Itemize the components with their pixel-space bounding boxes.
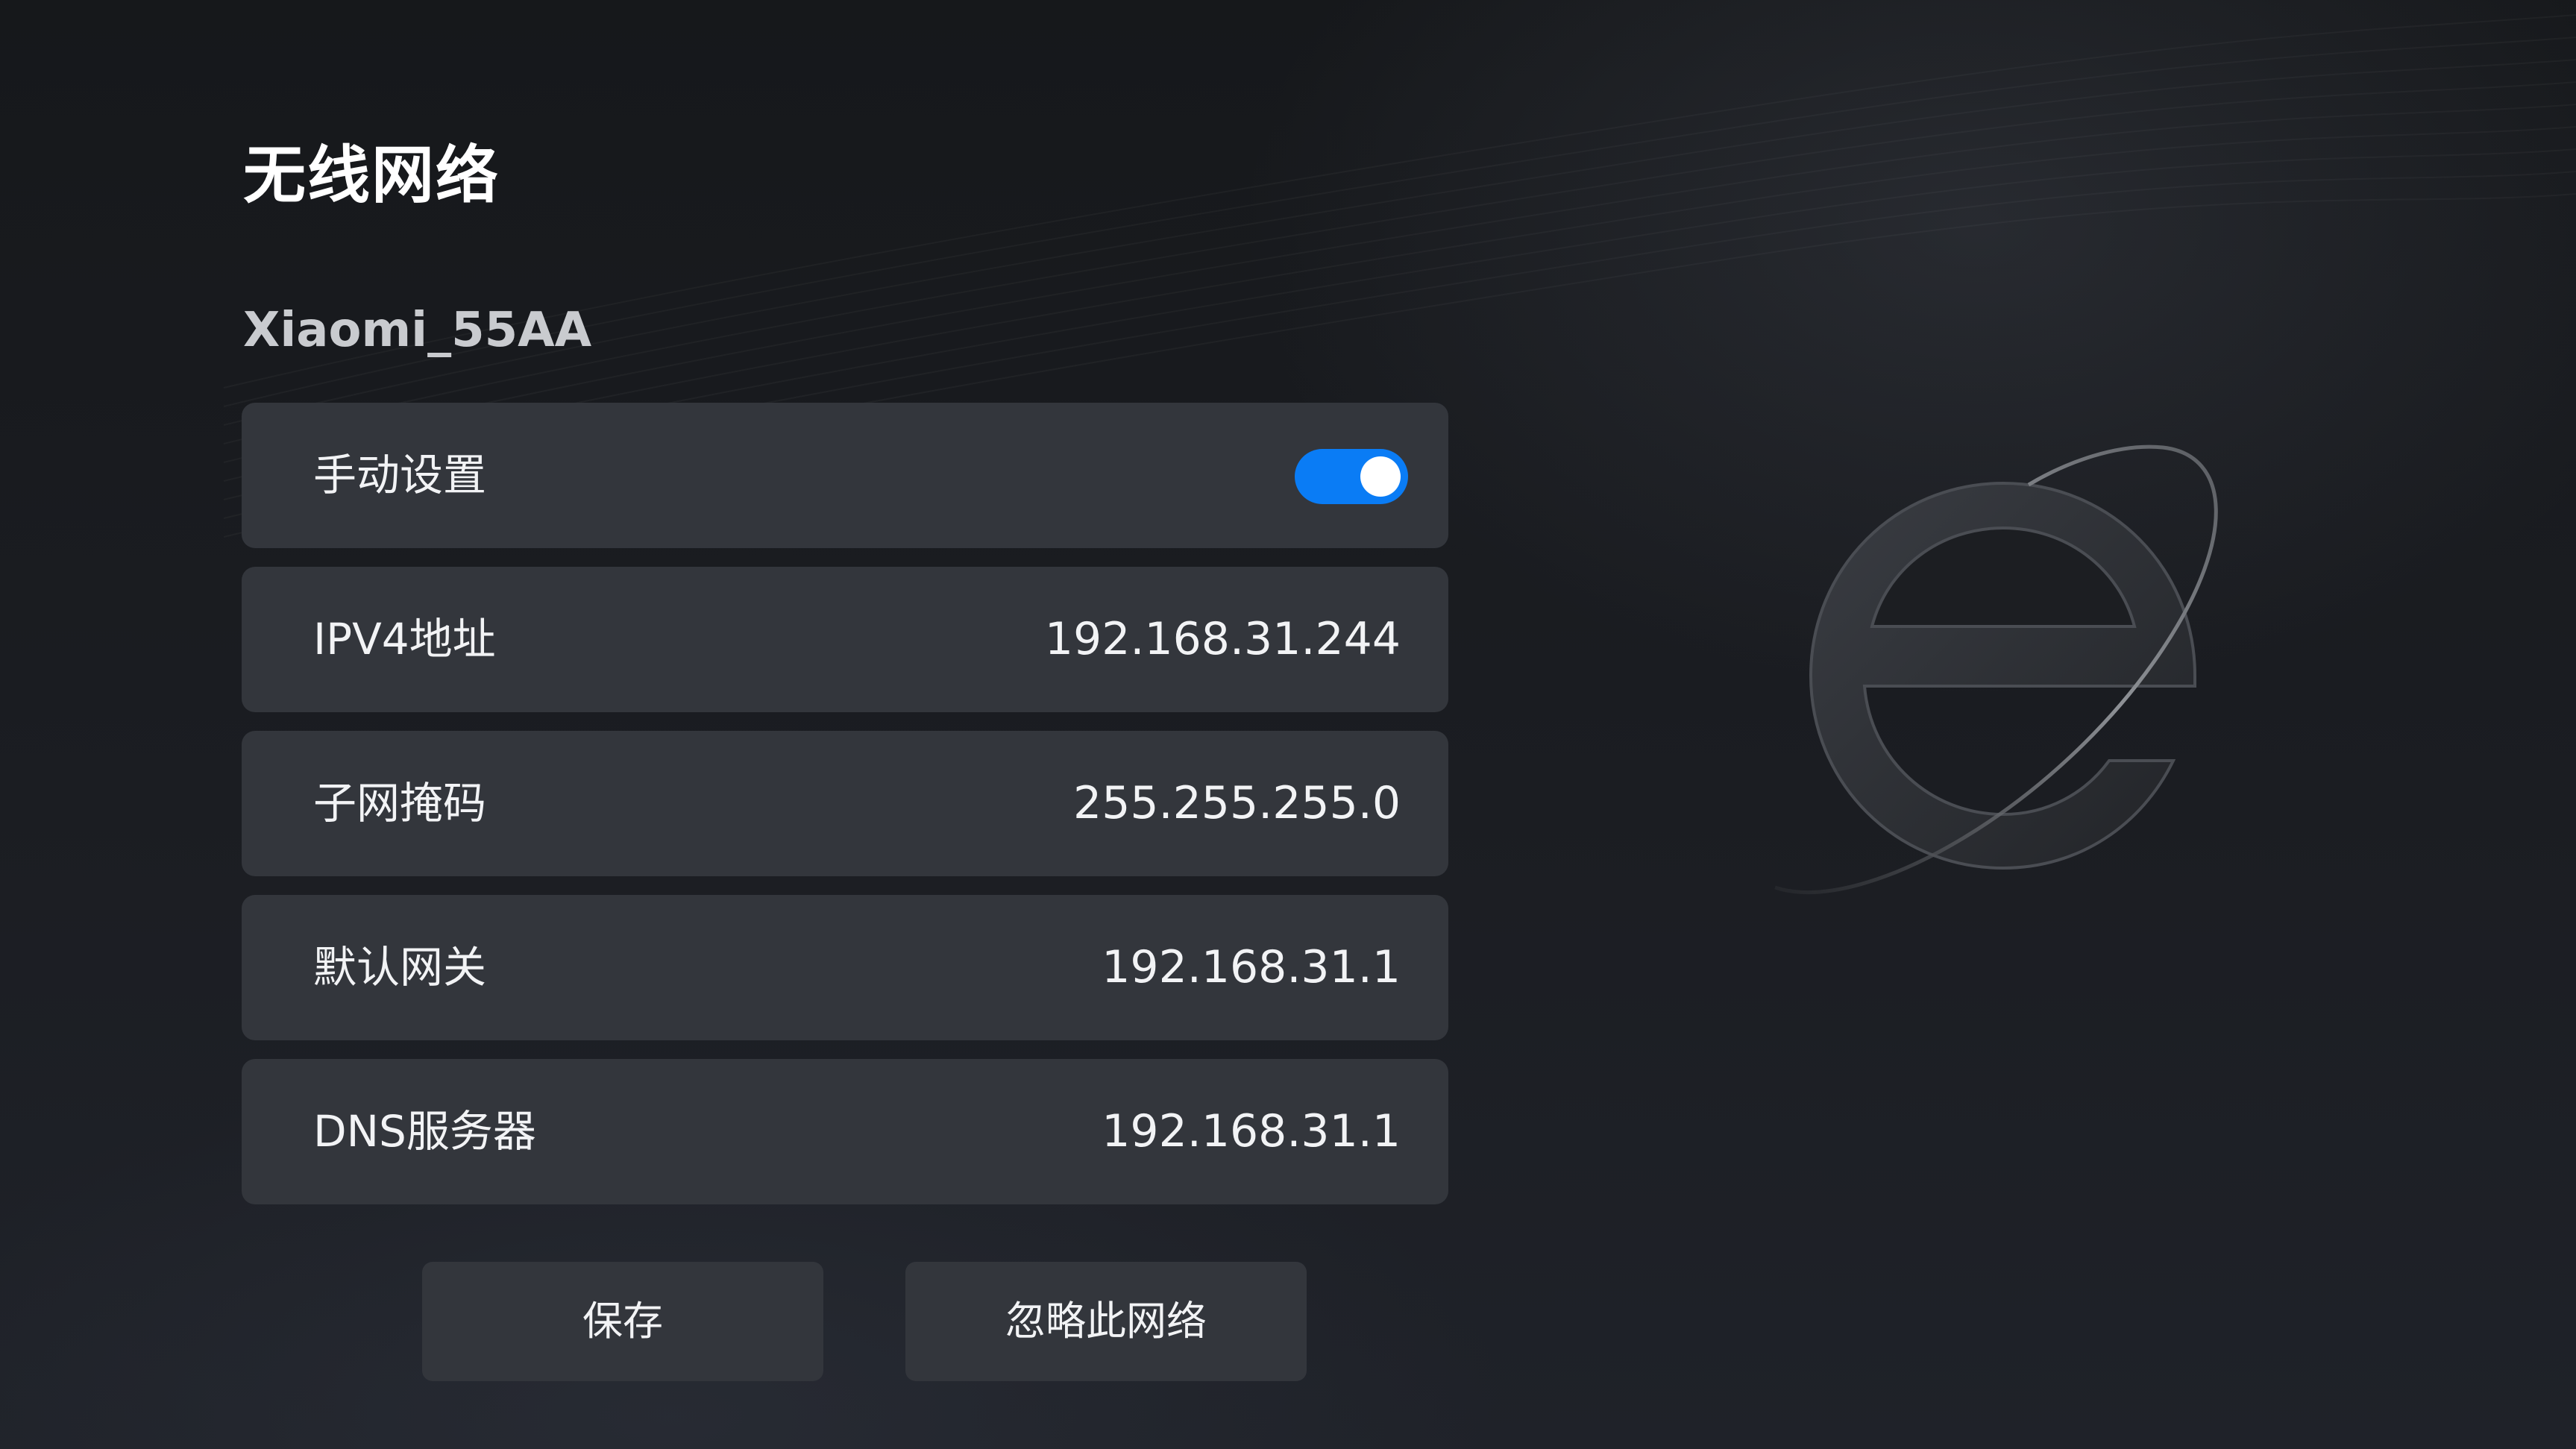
browser-e-logo-icon xyxy=(1774,444,2218,894)
default-gateway-value: 192.168.31.1 xyxy=(1102,941,1401,993)
page-title: 无线网络 xyxy=(243,139,500,212)
default-gateway-label: 默认网关 xyxy=(313,942,487,993)
default-gateway-row[interactable]: 默认网关 192.168.31.1 xyxy=(242,895,1448,1040)
subnet-mask-label: 子网掩码 xyxy=(313,778,487,829)
network-settings-list: 手动设置 IPV4地址 192.168.31.244 子网掩码 255.255.… xyxy=(242,403,1448,1223)
subnet-mask-value: 255.255.255.0 xyxy=(1073,777,1401,829)
manual-settings-row[interactable]: 手动设置 xyxy=(242,403,1448,548)
action-buttons: 保存 忽略此网络 xyxy=(422,1262,1307,1381)
manual-settings-toggle[interactable] xyxy=(1295,449,1408,504)
dns-server-value: 192.168.31.1 xyxy=(1102,1105,1401,1157)
forget-network-button[interactable]: 忽略此网络 xyxy=(905,1262,1307,1381)
ipv4-address-row[interactable]: IPV4地址 192.168.31.244 xyxy=(242,567,1448,712)
toggle-knob xyxy=(1360,456,1401,497)
ipv4-address-value: 192.168.31.244 xyxy=(1044,613,1401,665)
dns-server-label: DNS服务器 xyxy=(313,1106,536,1157)
manual-settings-label: 手动设置 xyxy=(313,450,487,500)
dns-server-row[interactable]: DNS服务器 192.168.31.1 xyxy=(242,1059,1448,1204)
save-button[interactable]: 保存 xyxy=(422,1262,823,1381)
subnet-mask-row[interactable]: 子网掩码 255.255.255.0 xyxy=(242,731,1448,876)
network-name: Xiaomi_55AA xyxy=(243,303,592,358)
ipv4-address-label: IPV4地址 xyxy=(313,614,496,664)
